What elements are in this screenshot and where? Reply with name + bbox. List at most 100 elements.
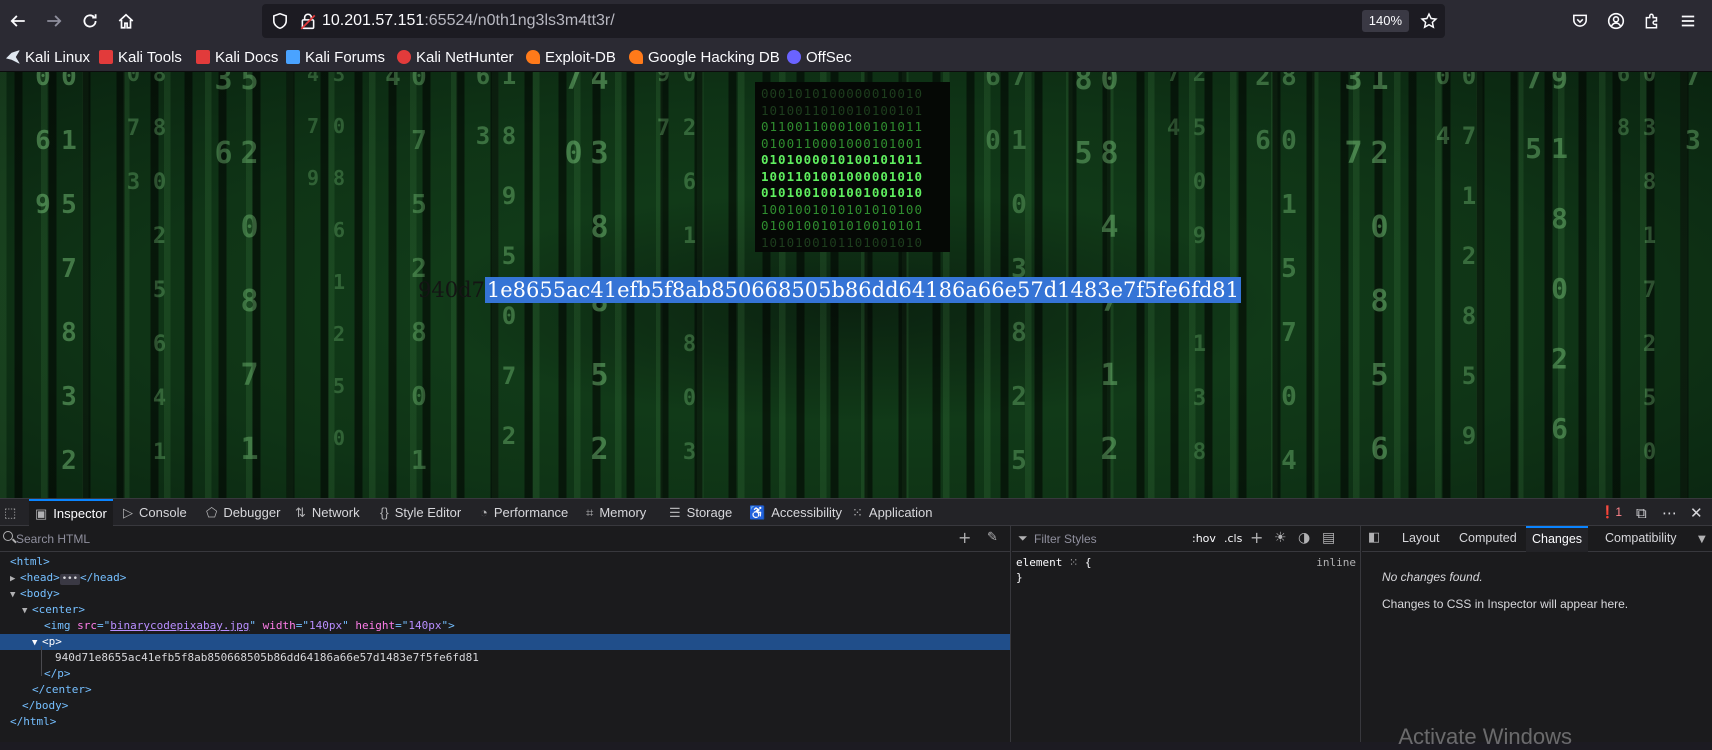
lock-icon[interactable]: [294, 7, 322, 35]
add-node-icon[interactable]: +: [958, 529, 971, 547]
tag-text: <body>: [20, 587, 60, 600]
grid-highlighter-icon[interactable]: ⁙: [1069, 556, 1078, 569]
ghdb-icon: [629, 50, 643, 64]
eyedropper-icon[interactable]: ✎: [987, 529, 998, 547]
bookmark-exploit-db[interactable]: Exploit-DB: [526, 47, 616, 67]
tree-node-head[interactable]: ▶ <head> ••• </head>: [0, 570, 1010, 586]
tree-node-text[interactable]: 940d71e8655ac41efb5f8ab850668505b86dd641…: [0, 650, 1010, 666]
error-count-badge[interactable]: ❗1: [1600, 505, 1622, 519]
filter-styles-row: ⏷ :hov .cls + ☀ ◑ ▤: [1012, 526, 1360, 552]
tab-performance[interactable]: ◔ Performance: [480, 499, 568, 526]
tab-memory[interactable]: ⌗ Memory: [586, 499, 646, 526]
url-host: 10.201.57.151: [322, 12, 425, 29]
tree-node-body-close[interactable]: </body>: [0, 698, 1010, 714]
add-rule-icon[interactable]: +: [1250, 529, 1263, 547]
chevron-down-icon[interactable]: ▼: [1698, 531, 1706, 549]
tree-node-p-close[interactable]: </p>: [0, 666, 1010, 682]
filter-styles-input[interactable]: [1034, 530, 1204, 548]
contrast-icon[interactable]: ◑: [1298, 529, 1310, 547]
tab-compatibility[interactable]: Compatibility: [1599, 526, 1683, 552]
markup-view: + ✎ <html> ▶<head>•••</head> ▼<body> ▼<c…: [0, 526, 1011, 742]
close-icon[interactable]: ✕: [1690, 504, 1703, 522]
url-text[interactable]: 10.201.57.151:65524/n0th1ng3ls3m4tt3r/: [322, 12, 615, 30]
bookmark-google-hacking-db[interactable]: Google Hacking DB: [629, 47, 780, 67]
extensions-icon[interactable]: [1638, 7, 1666, 35]
hash-selection[interactable]: 1e8655ac41efb5f8ab850668505b86dd64186a66…: [484, 277, 1242, 303]
binary-row: 0101001001001001010: [761, 185, 923, 200]
bookmark-kali-forums[interactable]: Kali Forums: [286, 47, 385, 67]
attr-link[interactable]: binarycodepixabay.jpg: [110, 619, 249, 632]
home-icon[interactable]: [112, 7, 140, 35]
bookmark-label: Kali Docs: [215, 48, 279, 66]
tab-label: Console: [139, 505, 187, 520]
tag-text: <html>: [10, 555, 50, 568]
tab-application[interactable]: ⁙ Application: [852, 499, 933, 526]
reload-icon[interactable]: [76, 7, 104, 35]
hash-paragraph[interactable]: 940d71e8655ac41efb5f8ab850668505b86dd641…: [418, 277, 1242, 303]
hov-toggle[interactable]: :hov: [1192, 530, 1216, 548]
shield-icon[interactable]: [266, 7, 294, 35]
toggle-pane-icon[interactable]: ◧: [1368, 529, 1380, 547]
tab-label: Network: [311, 505, 360, 520]
collapse-triangle-icon[interactable]: ▼: [22, 603, 32, 619]
more-options-icon[interactable]: ⋯: [1662, 504, 1677, 522]
tag-text: </head>: [80, 571, 127, 584]
tab-debugger[interactable]: ⬠ Debugger: [206, 499, 280, 526]
background-texture: 3 0 8 6 1 2 5 0 4 7 9: [301, 72, 351, 452]
rules-view: ⏷ :hov .cls + ☀ ◑ ▤ element ⁙ { inline }: [1012, 526, 1361, 742]
pocket-icon[interactable]: [1566, 7, 1594, 35]
bookmark-kali-nethunter[interactable]: Kali NetHunter: [397, 47, 514, 67]
tab-changes[interactable]: Changes: [1526, 526, 1589, 552]
os-watermark: Activate Windows: [1398, 724, 1572, 749]
url-bar[interactable]: 10.201.57.151:65524/n0th1ng3ls3m4tt3r/ 1…: [262, 4, 1445, 38]
rule-close-brace: }: [1016, 571, 1023, 584]
zoom-level[interactable]: 140%: [1361, 10, 1409, 32]
print-media-icon[interactable]: ▤: [1322, 529, 1335, 547]
tree-node-center[interactable]: ▼ <center>: [0, 602, 1010, 618]
console-icon: ▷: [123, 504, 133, 520]
collapsed-ellipsis[interactable]: •••: [59, 574, 81, 585]
tab-computed[interactable]: Computed: [1453, 526, 1523, 552]
bookmark-kali-linux[interactable]: Kali Linux: [6, 47, 90, 67]
rule-selector-line[interactable]: element ⁙ {: [1016, 556, 1091, 569]
menu-icon[interactable]: [1674, 7, 1702, 35]
expand-triangle-icon[interactable]: ▶: [10, 571, 20, 587]
element-picker-icon[interactable]: ⬚: [4, 499, 16, 526]
tag-text: <head>: [20, 571, 60, 584]
forward-icon[interactable]: [40, 7, 68, 35]
binary-row: 0001010100000010010: [761, 86, 923, 101]
tab-accessibility[interactable]: ♿ Accessibility: [749, 499, 842, 526]
bookmark-offsec[interactable]: OffSec: [787, 47, 852, 67]
bookmark-label: Exploit-DB: [545, 48, 616, 66]
indent-guide: [41, 646, 42, 676]
tree-node-html-close[interactable]: </html>: [0, 714, 1010, 730]
tree-node-img[interactable]: <img src="binarycodepixabay.jpg" width="…: [0, 618, 1010, 634]
background-texture: 1 2 0 8 5 6 3 7: [1336, 72, 1397, 469]
tab-label: Application: [868, 505, 933, 520]
star-icon[interactable]: [1415, 7, 1443, 35]
back-icon[interactable]: [4, 7, 32, 35]
changes-empty-text: No changes found.: [1382, 570, 1483, 584]
inspector-sidebar: ◧ Layout Computed Changes Compatibility …: [1362, 526, 1712, 742]
tab-style-editor[interactable]: {} Style Editor: [380, 499, 461, 526]
tree-node-p-selected[interactable]: ▼ <p>: [0, 634, 1010, 650]
dock-icon[interactable]: ⧉: [1636, 504, 1647, 522]
bookmark-kali-docs[interactable]: Kali Docs: [196, 47, 278, 67]
light-theme-icon[interactable]: ☀: [1274, 529, 1287, 547]
tab-network[interactable]: ⇅ Network: [295, 499, 360, 526]
tab-console[interactable]: ▷ Console: [123, 499, 187, 526]
collapse-triangle-icon[interactable]: ▼: [10, 587, 20, 603]
tree-node-body[interactable]: ▼ <body>: [0, 586, 1010, 602]
account-icon[interactable]: [1602, 7, 1630, 35]
tag-text: <img: [44, 619, 71, 632]
tree-node-html[interactable]: <html>: [0, 554, 1010, 570]
search-html-input[interactable]: [16, 530, 936, 548]
tag-text: </center>: [32, 683, 92, 696]
tab-storage[interactable]: ☰ Storage: [669, 499, 732, 526]
tab-inspector[interactable]: ▣ Inspector: [29, 499, 113, 526]
tree-node-center-close[interactable]: </center>: [0, 682, 1010, 698]
bookmark-kali-tools[interactable]: Kali Tools: [99, 47, 182, 67]
background-texture: 8 0 1 5 7 0 4 2 6: [1248, 72, 1304, 478]
tab-layout[interactable]: Layout: [1396, 526, 1446, 552]
cls-toggle[interactable]: .cls: [1224, 530, 1242, 548]
